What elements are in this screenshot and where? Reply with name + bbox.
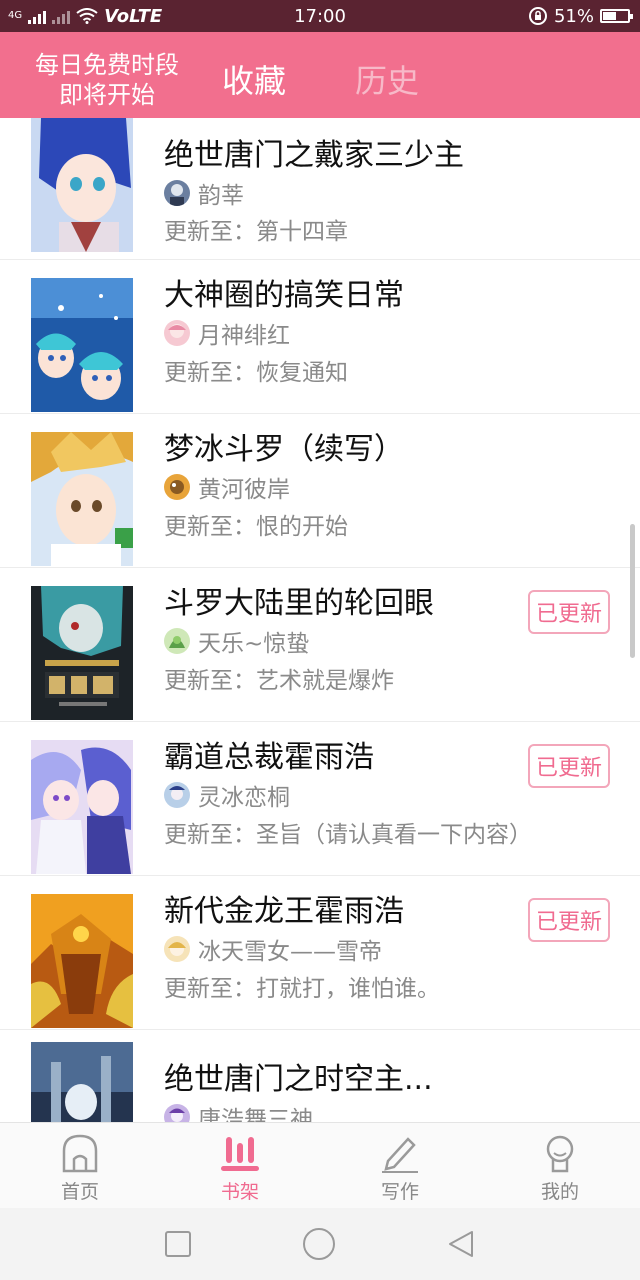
list-item[interactable]: 斗罗大陆里的轮回眼 天乐~惊蛰 更新至：艺术就是爆炸 已更新	[0, 568, 640, 722]
book-title: 绝世唐门之戴家三少主	[164, 138, 464, 173]
free-time-line1: 每日免费时段	[35, 51, 179, 79]
author-avatar	[164, 1104, 190, 1122]
book-author: 灵冰恋桐	[198, 785, 290, 811]
system-nav-bar	[0, 1208, 640, 1280]
list-item[interactable]: 梦冰斗罗（续写） 黄河彼岸 更新至：恨的开始	[0, 414, 640, 568]
home-circle-icon[interactable]	[302, 1227, 336, 1261]
book-title: 斗罗大陆里的轮回眼	[164, 586, 434, 621]
nav-profile-label: 我的	[540, 1181, 579, 1203]
list-item[interactable]: 大神圈的搞笑日常 月神绯红 更新至：恢复通知	[0, 260, 640, 414]
tab-history[interactable]: 历史	[355, 56, 419, 102]
nav-write[interactable]: 写作	[320, 1123, 480, 1208]
nav-home-label: 首页	[60, 1181, 99, 1203]
list-item[interactable]: 霸道总裁霍雨浩 灵冰恋桐 更新至：圣旨（请认真看一下内容） 已更新	[0, 722, 640, 876]
author-avatar	[164, 474, 190, 500]
book-author: 冰天雪女——雪帝	[198, 939, 382, 965]
rotation-lock-icon	[528, 7, 547, 25]
book-update: 更新至：第十四章	[164, 219, 348, 245]
tab-favorites[interactable]: 收藏	[222, 56, 286, 102]
nav-bookshelf[interactable]: 书架	[160, 1123, 320, 1208]
status-bar: 4G VoLTE 17:00 51%	[0, 0, 640, 32]
recents-icon[interactable]	[164, 1230, 192, 1258]
author-avatar	[164, 180, 190, 206]
book-author: 天乐~惊蛰	[198, 631, 310, 657]
back-icon[interactable]	[446, 1229, 476, 1259]
book-title: 新代金龙王霍雨浩	[164, 894, 404, 929]
profile-icon	[546, 1135, 574, 1173]
book-cover	[31, 432, 133, 568]
author-row: 灵冰恋桐	[164, 778, 290, 812]
home-icon	[62, 1134, 98, 1173]
author-row: 天乐~惊蛰	[164, 624, 309, 658]
book-title: 霸道总裁霍雨浩	[164, 740, 374, 775]
updated-badge: 已更新	[528, 898, 610, 942]
pen-icon	[382, 1137, 418, 1173]
scrollbar[interactable]	[630, 524, 635, 658]
nav-bookshelf-label: 书架	[220, 1181, 259, 1203]
nav-write-label: 写作	[380, 1181, 419, 1203]
book-update: 更新至：圣旨（请认真看一下内容）	[164, 822, 532, 848]
battery-icon	[600, 9, 633, 23]
book-author: 黄河彼岸	[198, 477, 290, 503]
book-author: 月神绯红	[198, 323, 290, 349]
status-right: 51%	[528, 0, 633, 32]
nav-profile[interactable]: 我的	[480, 1123, 640, 1208]
author-avatar	[164, 936, 190, 962]
updated-badge: 已更新	[528, 590, 610, 634]
book-cover	[31, 894, 133, 1030]
book-author: 唐浩舞三神	[198, 1107, 313, 1122]
author-row: 韵莘	[164, 176, 244, 210]
list-item[interactable]: 绝世唐门之时空主... 唐浩舞三神	[0, 1030, 640, 1122]
author-avatar	[164, 782, 190, 808]
battery-percent: 51%	[553, 5, 594, 27]
book-title: 梦冰斗罗（续写）	[164, 432, 404, 467]
bookshelf-icon	[221, 1137, 259, 1171]
book-cover	[31, 1042, 133, 1122]
author-row: 冰天雪女——雪帝	[164, 932, 382, 966]
book-list[interactable]: 绝世唐门之戴家三少主 韵莘 更新至：第十四章 大神圈的搞笑日常 月神绯红 更新至…	[0, 118, 640, 1122]
free-time-line2: 即将开始	[59, 81, 155, 109]
book-cover	[31, 586, 133, 722]
nav-home[interactable]: 首页	[0, 1123, 160, 1208]
author-row: 黄河彼岸	[164, 470, 290, 504]
app-header: 每日免费时段 即将开始 收藏 历史	[0, 32, 640, 118]
book-title: 大神圈的搞笑日常	[164, 278, 404, 313]
updated-badge: 已更新	[528, 744, 610, 788]
book-update: 更新至：恢复通知	[164, 360, 348, 386]
book-cover	[31, 118, 133, 252]
book-update: 更新至：艺术就是爆炸	[164, 668, 394, 694]
bottom-nav: 首页 书架 写作 我的	[0, 1122, 640, 1208]
book-title: 绝世唐门之时空主...	[164, 1062, 433, 1097]
book-author: 韵莘	[198, 183, 244, 209]
battery-fill	[603, 12, 617, 20]
list-item[interactable]: 绝世唐门之戴家三少主 韵莘 更新至：第十四章	[0, 118, 640, 260]
author-row: 唐浩舞三神	[164, 1100, 313, 1122]
book-cover	[31, 740, 133, 876]
free-time-banner[interactable]: 每日免费时段 即将开始	[22, 50, 192, 110]
book-update: 更新至：打就打，谁怕谁。	[164, 976, 440, 1002]
list-item[interactable]: 新代金龙王霍雨浩 冰天雪女——雪帝 更新至：打就打，谁怕谁。 已更新	[0, 876, 640, 1030]
book-update: 更新至：恨的开始	[164, 514, 348, 540]
author-row: 月神绯红	[164, 316, 290, 350]
book-cover	[31, 278, 133, 414]
author-avatar	[164, 320, 190, 346]
author-avatar	[164, 628, 190, 654]
